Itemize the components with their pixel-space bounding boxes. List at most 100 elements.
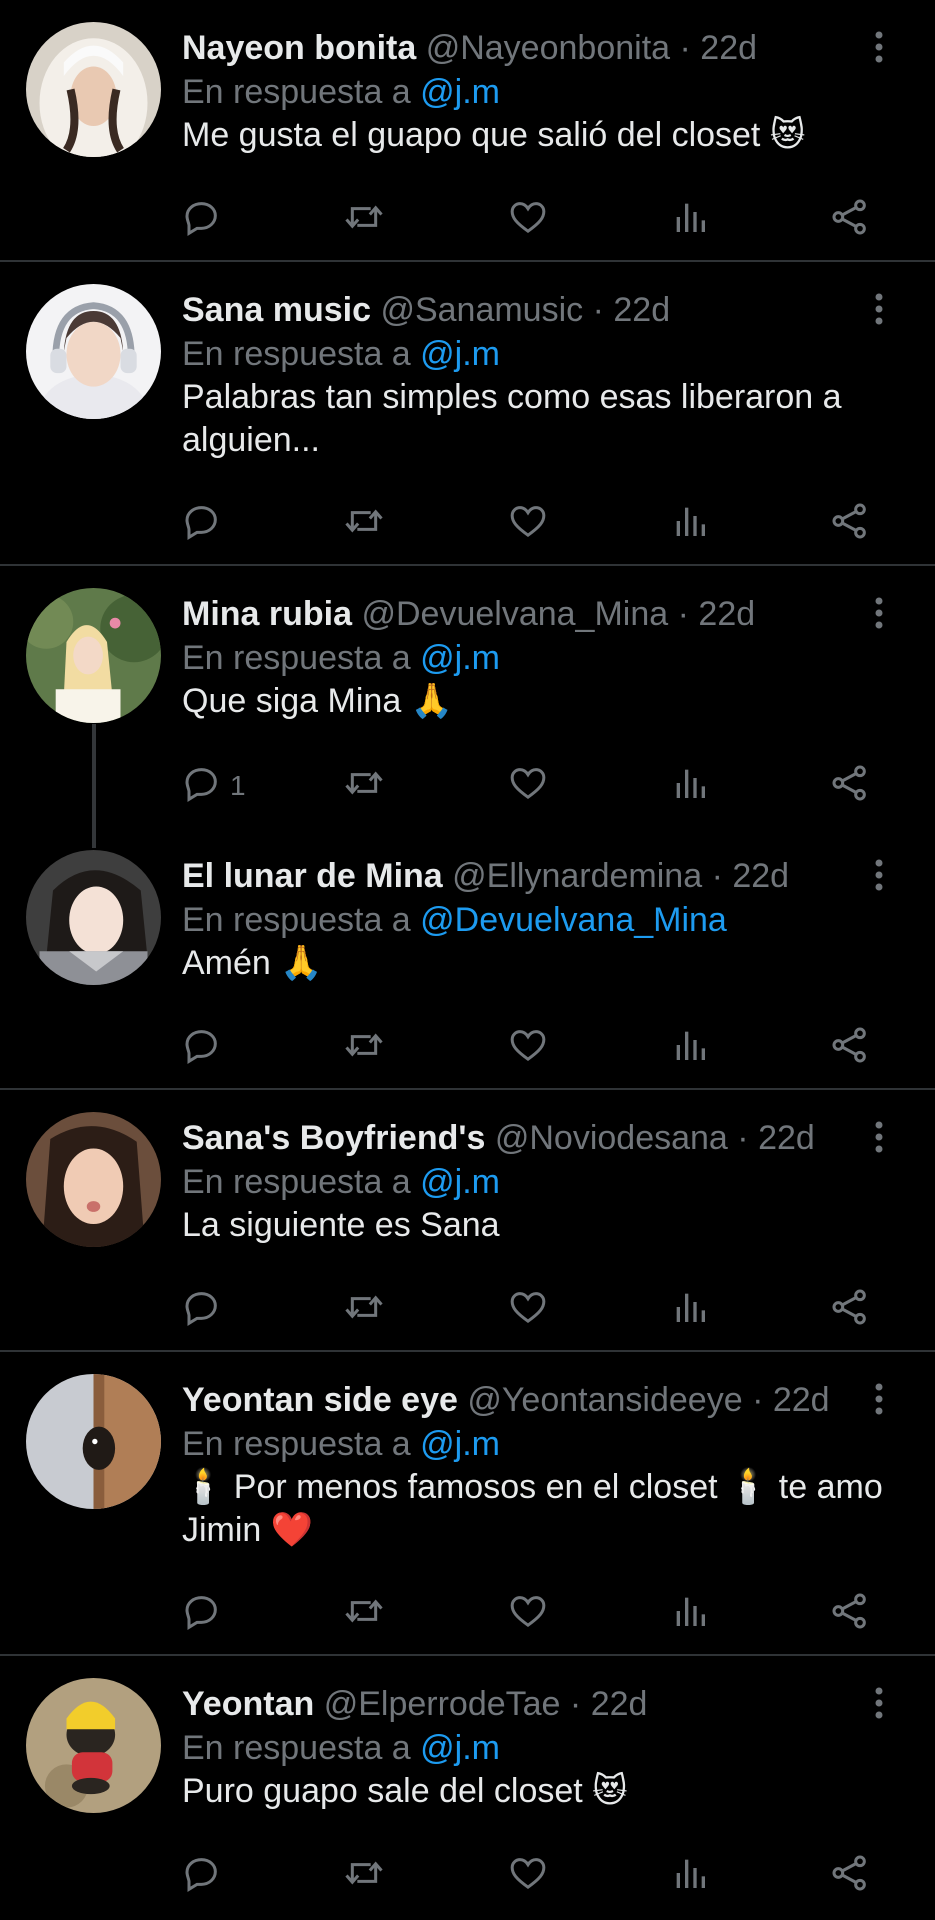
tweet-6[interactable]: Yeontan side eye @Yeontansideeye · 22d E…: [0, 1352, 935, 1652]
like-button[interactable]: [508, 1592, 548, 1636]
like-button[interactable]: [508, 198, 548, 242]
reply-button[interactable]: [182, 1026, 230, 1070]
tweet-2[interactable]: Sana music @Sanamusic · 22d En respuesta…: [0, 262, 935, 562]
tweet-text: Me gusta el guapo que salió del closet 😻: [182, 116, 806, 154]
reply-context: En respuesta a @j.m: [182, 1424, 500, 1464]
more-options-icon[interactable]: [873, 1382, 885, 1416]
share-button[interactable]: [830, 1592, 870, 1636]
reply-button[interactable]: 1: [182, 764, 246, 808]
like-button[interactable]: [508, 1854, 548, 1898]
timestamp[interactable]: 22d: [732, 857, 789, 895]
user-handle[interactable]: @ElperrodeTae: [324, 1685, 561, 1723]
views-icon: [670, 501, 710, 548]
timestamp[interactable]: 22d: [613, 291, 670, 329]
avatar[interactable]: [26, 1374, 161, 1509]
retweet-icon: [344, 1853, 384, 1900]
views-button[interactable]: [670, 1026, 710, 1070]
tweet-header: Sana's Boyfriend's @Noviodesana · 22d: [182, 1118, 815, 1158]
avatar[interactable]: [26, 284, 161, 419]
like-button[interactable]: [508, 1026, 548, 1070]
user-handle[interactable]: @Devuelvana_Mina: [361, 595, 668, 633]
more-options-icon[interactable]: [873, 30, 885, 64]
share-button[interactable]: [830, 502, 870, 546]
timestamp[interactable]: 22d: [758, 1119, 815, 1157]
avatar[interactable]: [26, 22, 161, 157]
display-name[interactable]: Sana's Boyfriend's: [182, 1119, 485, 1157]
reply-icon: [182, 1287, 222, 1334]
timestamp[interactable]: 22d: [773, 1381, 830, 1419]
tweet-1[interactable]: Nayeon bonita @Nayeonbonita · 22d En res…: [0, 0, 935, 258]
views-button[interactable]: [670, 198, 710, 242]
retweet-button[interactable]: [344, 764, 384, 808]
retweet-button[interactable]: [344, 502, 384, 546]
reply-button[interactable]: [182, 1854, 230, 1898]
more-options-icon[interactable]: [873, 292, 885, 326]
tweet-3[interactable]: Mina rubia @Devuelvana_Mina · 22d En res…: [0, 566, 935, 824]
like-button[interactable]: [508, 502, 548, 546]
more-options-icon[interactable]: [873, 596, 885, 630]
reply-mention-link[interactable]: @j.m: [420, 335, 500, 373]
retweet-icon: [344, 501, 384, 548]
share-button[interactable]: [830, 1854, 870, 1898]
reply-button[interactable]: [182, 502, 230, 546]
share-button[interactable]: [830, 764, 870, 808]
timestamp[interactable]: 22d: [591, 1685, 648, 1723]
views-button[interactable]: [670, 764, 710, 808]
reply-mention-link[interactable]: @j.m: [420, 1425, 500, 1463]
avatar[interactable]: [26, 1112, 161, 1247]
reply-mention-link[interactable]: @Devuelvana_Mina: [420, 901, 727, 939]
reply-button[interactable]: [182, 1288, 230, 1332]
views-button[interactable]: [670, 1854, 710, 1898]
reply-mention-link[interactable]: @j.m: [420, 1729, 500, 1767]
timestamp[interactable]: 22d: [700, 29, 757, 67]
reply-mention-link[interactable]: @j.m: [420, 73, 500, 111]
retweet-button[interactable]: [344, 1026, 384, 1070]
more-options-icon[interactable]: [873, 858, 885, 892]
retweet-button[interactable]: [344, 1592, 384, 1636]
more-options-icon[interactable]: [873, 1120, 885, 1154]
display-name[interactable]: El lunar de Mina: [182, 857, 443, 895]
reply-mention-link[interactable]: @j.m: [420, 1163, 500, 1201]
avatar[interactable]: [26, 588, 161, 723]
tweet-4[interactable]: El lunar de Mina @Ellynardemina · 22d En…: [0, 828, 935, 1086]
timestamp[interactable]: 22d: [698, 595, 755, 633]
user-handle[interactable]: @Yeontansideeye: [467, 1381, 742, 1419]
like-button[interactable]: [508, 764, 548, 808]
tweet-5[interactable]: Sana's Boyfriend's @Noviodesana · 22d En…: [0, 1090, 935, 1348]
avatar[interactable]: [26, 850, 161, 985]
reply-mention-link[interactable]: @j.m: [420, 639, 500, 677]
reply-button[interactable]: [182, 1592, 230, 1636]
user-handle[interactable]: @Sanamusic: [380, 291, 583, 329]
user-handle[interactable]: @Noviodesana: [495, 1119, 728, 1157]
reply-context: En respuesta a @j.m: [182, 72, 500, 112]
tweet-actions: 1: [182, 764, 882, 808]
display-name[interactable]: Nayeon bonita: [182, 29, 416, 67]
user-handle[interactable]: @Ellynardemina: [452, 857, 702, 895]
share-button[interactable]: [830, 198, 870, 242]
tweet-actions: [182, 1592, 882, 1636]
display-name[interactable]: Mina rubia: [182, 595, 352, 633]
like-button[interactable]: [508, 1288, 548, 1332]
retweet-button[interactable]: [344, 198, 384, 242]
display-name[interactable]: Sana music: [182, 291, 371, 329]
views-button[interactable]: [670, 502, 710, 546]
retweet-button[interactable]: [344, 1854, 384, 1898]
retweet-icon: [344, 1591, 384, 1638]
avatar[interactable]: [26, 1678, 161, 1813]
share-button[interactable]: [830, 1288, 870, 1332]
views-button[interactable]: [670, 1592, 710, 1636]
retweet-icon: [344, 197, 384, 244]
views-button[interactable]: [670, 1288, 710, 1332]
share-button[interactable]: [830, 1026, 870, 1070]
reply-icon: [182, 1025, 222, 1072]
retweet-button[interactable]: [344, 1288, 384, 1332]
display-name[interactable]: Yeontan: [182, 1685, 314, 1723]
like-icon: [508, 501, 548, 548]
user-handle[interactable]: @Nayeonbonita: [426, 29, 670, 67]
separator-dot: ·: [737, 1119, 749, 1157]
more-options-icon[interactable]: [873, 1686, 885, 1720]
retweet-icon: [344, 763, 384, 810]
tweet-7[interactable]: Yeontan @ElperrodeTae · 22d En respuesta…: [0, 1656, 935, 1914]
display-name[interactable]: Yeontan side eye: [182, 1381, 458, 1419]
reply-button[interactable]: [182, 198, 230, 242]
